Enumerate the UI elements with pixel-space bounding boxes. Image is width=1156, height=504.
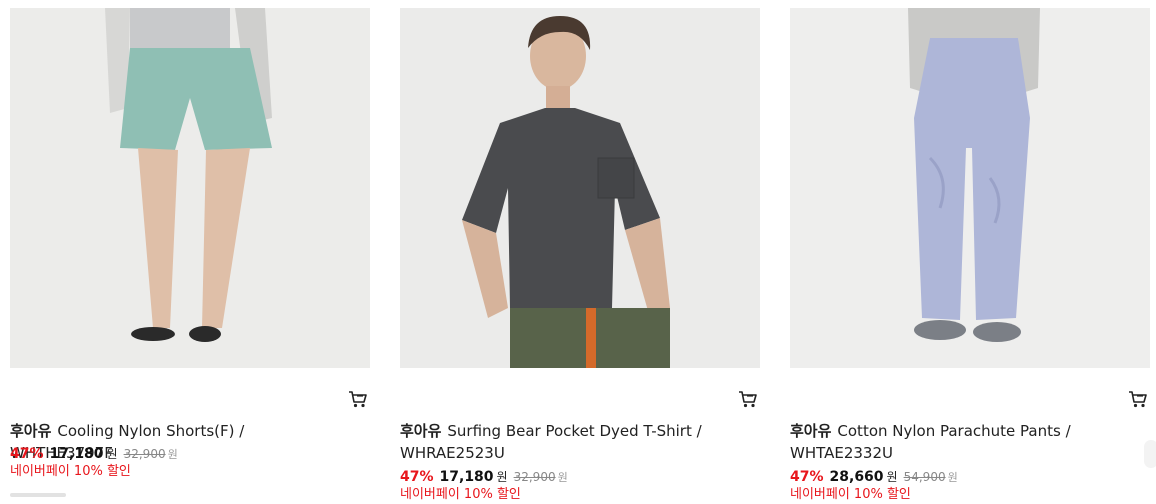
original-currency-label: 원: [557, 471, 568, 484]
promo-text: 네이버페이 10% 할인: [400, 487, 521, 502]
discount-rate: 47%: [400, 469, 434, 485]
original-price: 32,900: [123, 447, 166, 461]
sale-price: 17,180: [439, 469, 494, 485]
promo-text: 네이버페이 10% 할인: [10, 464, 131, 479]
product-title[interactable]: 후아유 Cotton Nylon Parachute Pants / WHTAE2…: [790, 420, 1110, 464]
sale-price: 28,660: [829, 469, 884, 485]
brand-name: 후아유: [790, 422, 832, 440]
cart-icon[interactable]: [738, 389, 758, 409]
price-row: 47% 17,180 원 32,900 원: [400, 467, 568, 488]
cart-icon[interactable]: [348, 389, 368, 409]
product-title[interactable]: 후아유 Surfing Bear Pocket Dyed T-Shirt / WH…: [400, 420, 720, 464]
brand-name: 후아유: [400, 422, 442, 440]
discount-rate: 47%: [10, 446, 44, 462]
side-scroll-tab[interactable]: [1144, 440, 1156, 468]
discount-rate: 47%: [790, 469, 824, 485]
product-image[interactable]: [10, 8, 370, 368]
original-price: 54,900: [903, 470, 946, 484]
currency-label: 원: [886, 470, 898, 484]
product-name: Surfing Bear Pocket Dyed T-Shirt / WHRAE…: [400, 422, 702, 462]
original-currency-label: 원: [167, 448, 178, 461]
price-row: 47% 17,180 원 32,900 원: [10, 444, 178, 465]
brand-name: 후아유: [10, 422, 52, 440]
cart-icon[interactable]: [1128, 389, 1148, 409]
promo-text: 네이버페이 10% 할인: [790, 487, 911, 502]
product-name: Cotton Nylon Parachute Pants / WHTAE2332…: [790, 422, 1071, 462]
product-image[interactable]: [790, 8, 1150, 368]
product-image[interactable]: [400, 8, 760, 368]
currency-label: 원: [106, 447, 118, 461]
badge: [10, 493, 66, 497]
original-currency-label: 원: [947, 471, 958, 484]
original-price: 32,900: [513, 470, 556, 484]
price-row: 47% 28,660 원 54,900 원: [790, 467, 958, 488]
sale-price: 17,180: [49, 446, 104, 462]
currency-label: 원: [496, 470, 508, 484]
